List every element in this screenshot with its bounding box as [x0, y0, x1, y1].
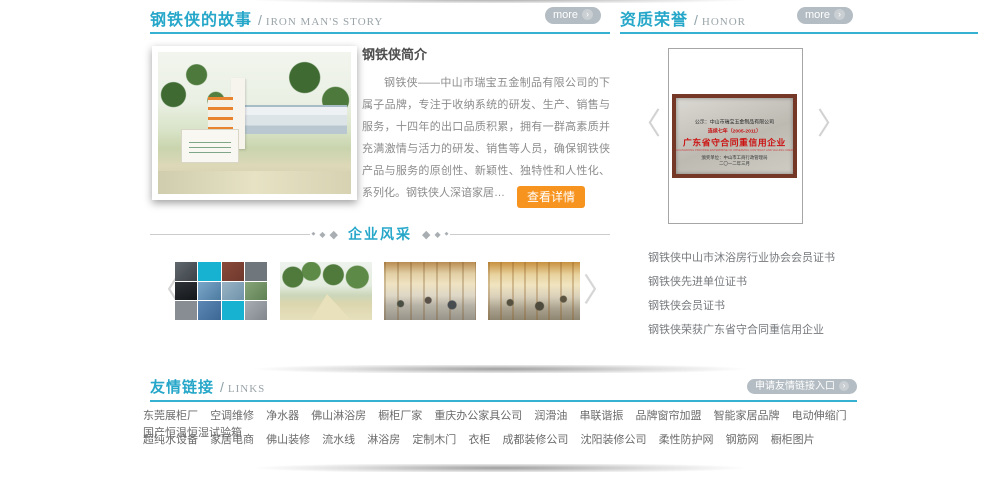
- chevron-right-icon: ›: [839, 381, 849, 391]
- friend-link[interactable]: 净水器: [266, 408, 299, 425]
- links-subtitle: LINKS: [228, 383, 265, 395]
- friend-link[interactable]: 橱柜图片: [771, 432, 815, 449]
- apply-link-button[interactable]: 申请友情链接入口›: [747, 379, 857, 394]
- diamond-icon: ◆: [445, 231, 449, 237]
- honor-more-button[interactable]: more›: [797, 7, 853, 24]
- diamond-icon: ◆: [422, 228, 430, 241]
- links-title: 友情链接: [150, 379, 214, 396]
- plaque-date-line: 二〇一二年三月: [676, 161, 793, 167]
- honor-section-header: 资质荣誉 / HONOR more›: [620, 6, 978, 34]
- friend-link[interactable]: 重庆办公家具公司: [434, 408, 522, 425]
- friend-link[interactable]: 衣柜: [468, 432, 490, 449]
- honor-list: 钢铁侠中山市沐浴房行业协会会员证书 钢铁侠先进单位证书 钢铁侠会员证书 钢铁侠荣…: [648, 246, 968, 342]
- gallery-image-collage[interactable]: [175, 262, 267, 320]
- friend-link[interactable]: 橱柜厂家: [378, 408, 422, 425]
- factory-building: [235, 105, 347, 134]
- chevron-right-icon: ›: [582, 9, 593, 20]
- friend-link[interactable]: 钢筋网: [726, 432, 759, 449]
- bottom-shadow-divider: [155, 464, 845, 472]
- honor-list-item[interactable]: 钢铁侠先进单位证书: [648, 270, 968, 294]
- friend-link[interactable]: 串联谐振: [579, 408, 623, 425]
- links-section-header: 友情链接 / LINKS 申请友情链接入口›: [150, 376, 857, 402]
- gallery-image-road[interactable]: [280, 262, 372, 320]
- plaque-award-title-en: GUANGDONG PROVINCE ENTERPRISE OF OBSERVI…: [676, 149, 793, 152]
- view-details-button[interactable]: 查看详情: [517, 186, 585, 208]
- gallery-image-workshop-1[interactable]: [384, 262, 476, 320]
- honor-title: 资质荣誉: [620, 12, 688, 29]
- friend-link[interactable]: 佛山淋浴房: [311, 408, 366, 425]
- honor-list-item[interactable]: 钢铁侠中山市沐浴房行业协会会员证书: [648, 246, 968, 270]
- friend-link[interactable]: 润滑油: [534, 408, 567, 425]
- gallery-image-workshop-2[interactable]: [488, 262, 580, 320]
- plaque-award-title: 广东省守合同重信用企业: [676, 135, 793, 148]
- showcase-header: ◆ ◆ ◆ 企业风采 ◆ ◆ ◆: [150, 224, 610, 244]
- company-intro: 钢铁侠简介 钢铁侠——中山市瑞宝五金制品有限公司的下属子品牌，专注于收纳系统的研…: [362, 44, 610, 204]
- driveway: [158, 171, 351, 194]
- diamond-icon: ◆: [330, 228, 338, 241]
- honor-subtitle: HONOR: [702, 16, 746, 28]
- friend-link[interactable]: 东莞展柜厂: [143, 408, 198, 425]
- honor-list-item[interactable]: 钢铁侠荣获广东省守合同重信用企业: [648, 318, 968, 342]
- certificate-plaque-image: 公示：中山市瑞宝五金制品有限公司 连续七年（2005-2011） 广东省守合同重…: [672, 94, 797, 178]
- intro-paragraph: 钢铁侠——中山市瑞宝五金制品有限公司的下属子品牌，专注于收纳系统的研发、生产、销…: [362, 72, 610, 204]
- certificate-viewer[interactable]: 公示：中山市瑞宝五金制品有限公司 连续七年（2005-2011） 广东省守合同重…: [668, 48, 803, 224]
- story-subtitle: IRON MAN'S STORY: [266, 16, 383, 28]
- friend-links-row-2: 超纯水设备 家居电商 佛山装修 流水线 淋浴房 定制木门 衣柜 成都装修公司 沈…: [143, 432, 857, 449]
- collage-grid: [175, 262, 267, 320]
- chevron-right-icon: ›: [834, 9, 845, 20]
- top-shadow-divider: [140, 0, 860, 3]
- story-title: 钢铁侠的故事: [150, 12, 252, 29]
- divider-line: [450, 234, 610, 235]
- diamond-icon: ◆: [312, 231, 316, 237]
- diamond-icon: ◆: [319, 230, 325, 239]
- factory-scene-image: [158, 52, 351, 194]
- friend-link[interactable]: 电动伸缩门: [792, 408, 847, 425]
- honor-next-arrow[interactable]: 〉: [817, 108, 847, 142]
- friend-link[interactable]: 柔性防护网: [659, 432, 714, 449]
- friend-link[interactable]: 品牌窗帘加盟: [636, 408, 702, 425]
- honor-list-item[interactable]: 钢铁侠会员证书: [648, 294, 968, 318]
- friend-link[interactable]: 佛山装修: [266, 432, 310, 449]
- divider-line: [150, 234, 310, 235]
- company-sign: [181, 129, 239, 164]
- friend-link[interactable]: 超纯水设备: [143, 432, 198, 449]
- friend-link[interactable]: 成都装修公司: [502, 432, 568, 449]
- friend-link[interactable]: 流水线: [322, 432, 355, 449]
- plaque-years-line: 连续七年（2005-2011）: [676, 127, 793, 134]
- title-slash: /: [694, 12, 698, 28]
- showcase-title: 企业风采: [348, 224, 412, 244]
- friend-link[interactable]: 家居电商: [210, 432, 254, 449]
- friend-link[interactable]: 定制木门: [412, 432, 456, 449]
- story-more-button[interactable]: more›: [545, 7, 601, 24]
- company-photo[interactable]: [152, 46, 357, 200]
- story-section-header: 钢铁侠的故事 / IRON MAN'S STORY more›: [150, 6, 610, 34]
- diamond-icon: ◆: [434, 230, 440, 239]
- friend-link[interactable]: 沈阳装修公司: [581, 432, 647, 449]
- intro-heading: 钢铁侠简介: [362, 44, 610, 63]
- title-slash: /: [220, 379, 224, 395]
- friend-link[interactable]: 空调维修: [210, 408, 254, 425]
- carousel-next-arrow[interactable]: 〉: [583, 272, 615, 308]
- honor-prev-arrow[interactable]: 〈: [631, 108, 661, 142]
- friend-link[interactable]: 淋浴房: [367, 432, 400, 449]
- title-slash: /: [258, 12, 262, 28]
- plaque-company-line: 公示：中山市瑞宝五金制品有限公司: [676, 118, 793, 125]
- friend-link[interactable]: 智能家居品牌: [714, 408, 780, 425]
- links-top-shadow-divider: [155, 365, 845, 373]
